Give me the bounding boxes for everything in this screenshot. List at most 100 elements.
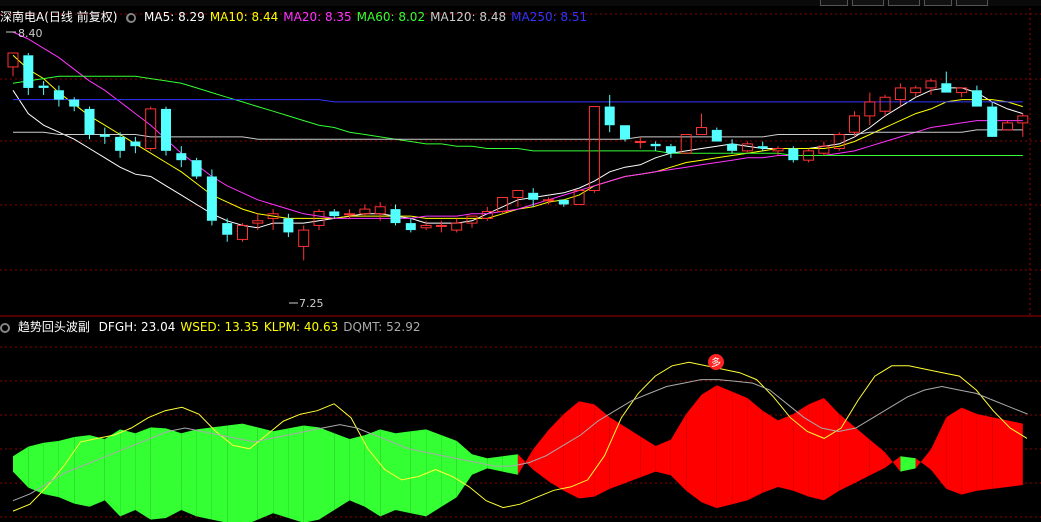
candle-body	[130, 141, 141, 147]
candle-body	[298, 229, 310, 247]
low-price-label: 7.25	[299, 297, 324, 310]
histogram-band	[732, 391, 748, 505]
histogram-band	[716, 385, 733, 509]
candle	[84, 106, 95, 140]
candle-body	[222, 223, 233, 235]
candle-body	[788, 148, 799, 161]
candle-body	[741, 143, 753, 152]
histogram-band	[74, 435, 90, 507]
candle-body	[879, 96, 891, 112]
candle	[313, 209, 325, 231]
candle-body	[283, 218, 294, 233]
candle	[206, 169, 217, 226]
main-indicator-0: MA5: 8.29	[144, 10, 205, 24]
histogram-band	[349, 435, 365, 507]
candle-body	[971, 90, 982, 107]
main-legend: 深南电A(日线 前复权) ● MA5: 8.29 MA10: 8.44 MA20: …	[0, 8, 597, 26]
histogram-band	[961, 407, 977, 495]
candle	[161, 106, 171, 156]
histogram-band	[120, 429, 136, 517]
histogram-band	[778, 414, 794, 491]
candle	[879, 94, 891, 116]
candlesticks	[7, 52, 1029, 261]
main-indicator-4: MA120: 8.48	[430, 10, 507, 24]
candle	[1017, 113, 1029, 137]
candle	[864, 92, 876, 126]
histogram-band	[823, 398, 840, 501]
histogram-band	[1007, 420, 1023, 487]
candle	[588, 106, 600, 193]
stock-title[interactable]: 深南电A(日线 前复权)	[0, 10, 117, 24]
histogram-band	[303, 425, 319, 522]
candle-body	[1002, 122, 1013, 131]
indicator-title[interactable]: 趋势回头波副	[18, 320, 90, 334]
candle	[390, 204, 401, 226]
chart-canvas[interactable]: 8.40 7.25 多	[0, 0, 1041, 522]
histogram-band	[257, 427, 274, 520]
candle-body	[115, 136, 126, 151]
histogram-band	[747, 398, 763, 501]
candle-body	[588, 106, 600, 191]
candle	[115, 132, 126, 158]
candle-body	[634, 141, 646, 144]
histogram-band	[900, 456, 916, 472]
candle-body	[99, 134, 110, 137]
histogram-band	[640, 436, 656, 478]
candle-body	[38, 85, 49, 88]
candle-body	[237, 224, 248, 240]
candle-body	[176, 153, 187, 161]
settings-icon[interactable]: ●	[0, 322, 10, 333]
candle	[833, 132, 845, 151]
candle	[604, 94, 615, 133]
sub-indicator-0: DFGH: 23.04	[98, 320, 176, 334]
candle	[528, 188, 539, 207]
candle-body	[161, 108, 171, 151]
histogram-band	[854, 426, 870, 484]
candle	[191, 157, 202, 179]
main-grid	[0, 8, 1041, 317]
candle	[650, 141, 661, 151]
candle-body	[344, 213, 356, 216]
high-price-label: 8.40	[18, 27, 43, 40]
signal-marker[interactable]: 多	[708, 354, 724, 370]
candle	[237, 223, 248, 242]
candle-body	[252, 220, 264, 224]
candle-body	[925, 80, 937, 89]
histogram-band	[869, 439, 886, 476]
candle-body	[497, 196, 509, 212]
candle	[38, 80, 49, 95]
candle-body	[420, 224, 432, 229]
histogram-band	[242, 423, 258, 522]
candle	[7, 52, 19, 77]
ma-line-ma5	[12, 87, 1023, 229]
candle-body	[191, 160, 202, 177]
candle	[512, 189, 524, 207]
candle-body	[849, 115, 860, 133]
candle	[267, 209, 279, 231]
candle-body	[451, 222, 463, 231]
candle-body	[665, 146, 676, 154]
candle-body	[1017, 115, 1029, 124]
candle	[696, 113, 707, 136]
candle	[788, 146, 799, 163]
settings-icon[interactable]: ●	[126, 12, 137, 23]
main-indicator-1: MA10: 8.44	[209, 10, 279, 24]
histogram-band	[579, 401, 595, 499]
main-indicator-3: MA60: 8.02	[356, 10, 426, 24]
histogram-band	[655, 439, 671, 476]
candle-body	[23, 55, 34, 88]
histogram-band	[334, 433, 350, 510]
histogram-band	[288, 425, 304, 522]
histogram-band	[487, 456, 503, 472]
candle-body	[512, 189, 524, 198]
candle-body	[757, 146, 768, 149]
candle	[711, 127, 722, 142]
histogram-band	[319, 427, 335, 520]
histogram-band	[686, 394, 702, 503]
histogram-band	[976, 414, 993, 491]
candle-body	[359, 208, 371, 215]
candle-body	[604, 106, 615, 126]
histogram-band	[456, 440, 472, 498]
histogram-band	[992, 417, 1008, 489]
candle-body	[69, 99, 80, 107]
